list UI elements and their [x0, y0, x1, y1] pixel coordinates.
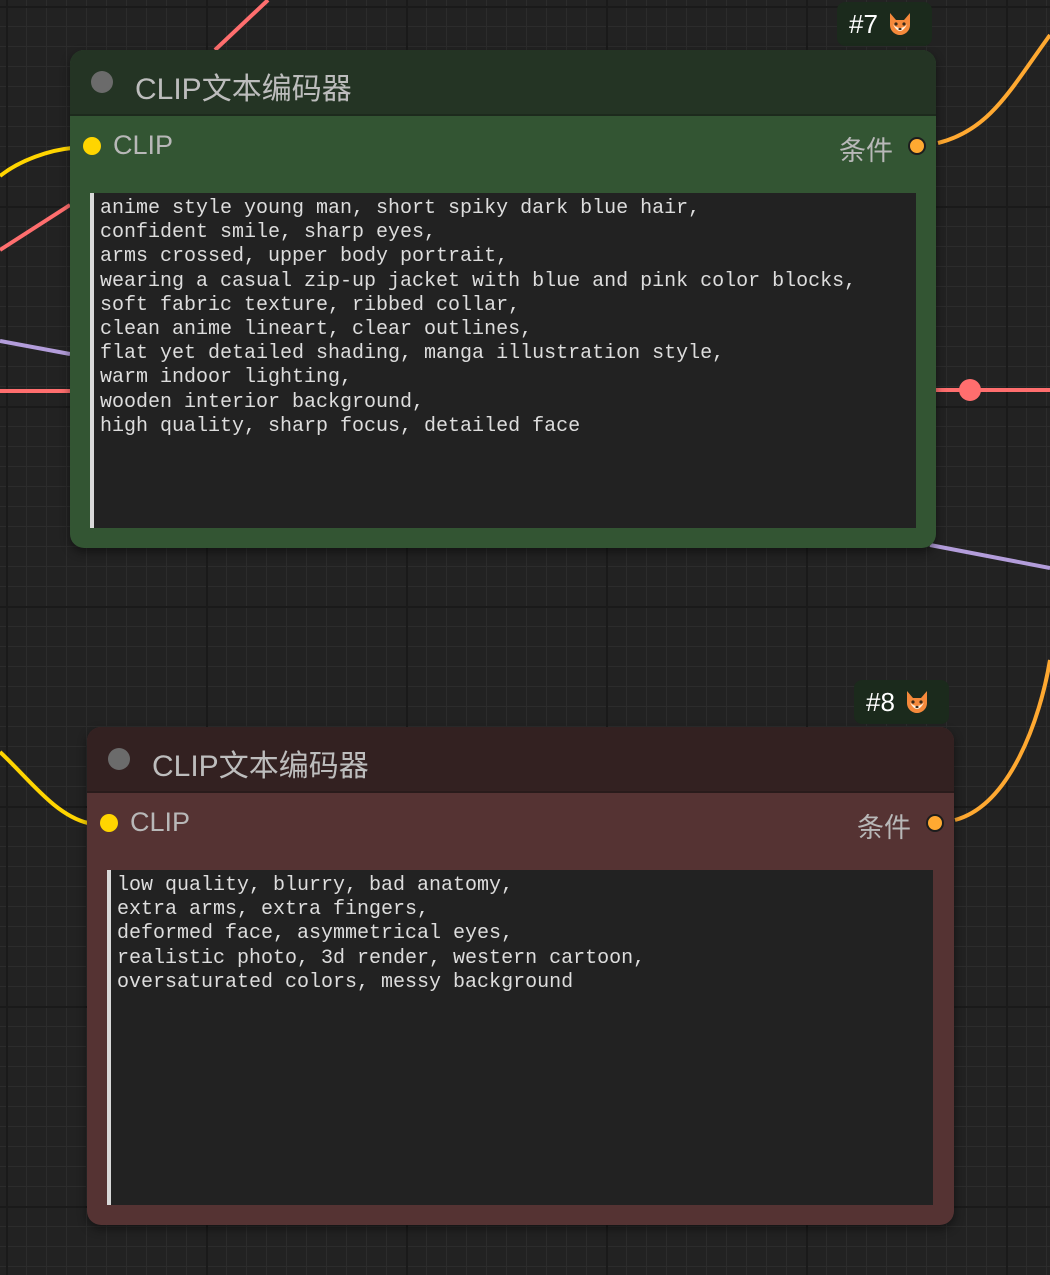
- reroute-dot: [959, 379, 981, 401]
- conditioning-output-label: 条件: [857, 813, 911, 844]
- collapse-toggle[interactable]: [108, 748, 130, 770]
- node-title: CLIP文本编码器: [135, 73, 352, 106]
- link-wire-latent-left: [0, 339, 71, 356]
- link-wire-red-left: [0, 203, 72, 252]
- fox-icon: [889, 13, 910, 35]
- prompt-textarea[interactable]: low quality, blurry, bad anatomy, extra …: [107, 870, 933, 1205]
- collapse-toggle[interactable]: [91, 71, 113, 93]
- clip-text-encode-node-negative[interactable]: CLIP文本编码器 CLIP 条件 low quality, blurry, b…: [87, 727, 954, 1225]
- conditioning-output-label: 条件: [839, 136, 893, 167]
- link-wire-red-top: [213, 0, 270, 52]
- clip-text-encode-node-positive[interactable]: CLIP文本编码器 CLIP 条件 anime style young man,…: [70, 50, 936, 548]
- fox-icon: [906, 691, 927, 713]
- prompt-textarea[interactable]: anime style young man, short spiky dark …: [90, 193, 916, 528]
- node-title: CLIP文本编码器: [152, 750, 369, 783]
- slot-row: CLIP 条件: [70, 116, 936, 178]
- node-header[interactable]: CLIP文本编码器: [87, 727, 954, 793]
- slot-row: CLIP 条件: [87, 793, 954, 855]
- conditioning-output-slot[interactable]: [908, 137, 926, 155]
- node-id-badge: #7: [837, 2, 932, 46]
- clip-input-label: CLIP: [130, 807, 191, 837]
- clip-input-label: CLIP: [113, 130, 174, 160]
- link-wire-clip-7: [0, 146, 73, 178]
- link-wire-clip-8: [0, 750, 89, 825]
- node-id-label: #8: [866, 686, 895, 717]
- link-wire-conditioning-8: [954, 659, 1050, 822]
- node-id-label: #7: [849, 8, 878, 39]
- node-header[interactable]: CLIP文本编码器: [70, 50, 936, 116]
- clip-input-slot[interactable]: [100, 814, 118, 832]
- link-wire-latent-right: [929, 543, 1050, 570]
- conditioning-output-slot[interactable]: [926, 814, 944, 832]
- node-id-badge: #8: [854, 680, 949, 724]
- clip-input-slot[interactable]: [83, 137, 101, 155]
- link-wire-conditioning-7: [937, 33, 1050, 145]
